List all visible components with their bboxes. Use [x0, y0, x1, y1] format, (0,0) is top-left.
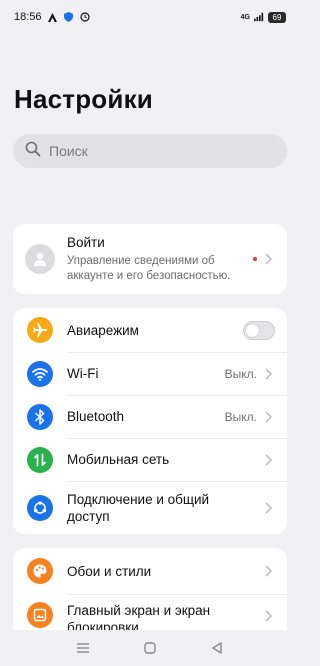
bluetooth-icon: [27, 403, 53, 430]
status-left: 18:56: [14, 11, 90, 23]
settings-item-bluetooth[interactable]: Bluetooth Выкл.: [13, 395, 287, 438]
account-subtitle: Управление сведениями об аккаунте и его …: [67, 254, 231, 282]
home-screen-icon: [27, 602, 53, 628]
toggle-knob: [246, 323, 259, 337]
page-title: Настройки: [14, 84, 153, 114]
share-connection-icon: [27, 494, 53, 521]
system-navigation-bar: [0, 630, 300, 666]
settings-item-wallpapers[interactable]: Обои и стили: [13, 548, 287, 594]
airplane-icon: [27, 317, 53, 343]
avatar: [25, 244, 55, 274]
chevron-right-icon: [265, 502, 275, 514]
chevron-right-icon: [265, 565, 275, 577]
account-row[interactable]: Войти Управление сведениями об аккаунте …: [13, 224, 287, 294]
settings-item-label: Обои и стили: [67, 563, 152, 579]
account-text: Войти Управление сведениями об аккаунте …: [67, 235, 247, 284]
search-icon: [25, 141, 41, 162]
mobile-data-icon: [27, 446, 53, 473]
settings-item-label: Мобильная сеть: [67, 452, 170, 467]
battery-indicator: 69: [268, 11, 286, 23]
chevron-right-icon: [265, 610, 275, 622]
settings-item-value: Выкл.: [224, 409, 257, 424]
account-card[interactable]: Войти Управление сведениями об аккаунте …: [13, 224, 287, 294]
network-settings-card: Авиарежим Wi-Fi Выкл. Bluetooth Выкл. Мо…: [13, 308, 287, 534]
status-time: 18:56: [14, 11, 42, 23]
settings-item-value: Выкл.: [224, 366, 257, 381]
home-icon[interactable]: [140, 638, 160, 658]
notification-dot: [253, 257, 257, 261]
chevron-right-icon: [265, 253, 275, 265]
network-type-label: 4G: [240, 13, 250, 21]
alarm-clock-icon: [79, 12, 90, 22]
status-bar: 18:56 4G 69: [0, 0, 300, 34]
settings-item-label: Wi-Fi: [67, 366, 99, 381]
shield-icon: [64, 12, 74, 22]
settings-item-label: Авиарежим: [67, 322, 139, 338]
search-bar[interactable]: [13, 134, 287, 168]
chevron-right-icon: [265, 411, 275, 423]
signal-icon: [254, 12, 264, 22]
menu-icon[interactable]: [73, 638, 93, 658]
chevron-right-icon: [265, 454, 275, 466]
palette-icon: [27, 558, 53, 584]
settings-item-connection-sharing[interactable]: Подключение и общий доступ: [13, 481, 287, 534]
airplane-mode-toggle[interactable]: [243, 320, 275, 340]
settings-item-wifi[interactable]: Wi-Fi Выкл.: [13, 352, 287, 395]
wifi-icon: [27, 360, 53, 387]
account-title: Войти: [67, 234, 105, 250]
back-icon[interactable]: [207, 638, 227, 658]
chevron-right-icon: [265, 368, 275, 380]
settings-item-label: Bluetooth: [67, 409, 125, 424]
status-right: 4G 69: [240, 11, 286, 23]
settings-item-mobile-network[interactable]: Мобильная сеть: [13, 438, 287, 481]
settings-item-airplane-mode[interactable]: Авиарежим: [13, 308, 287, 352]
settings-item-label: Подключение и общий доступ: [67, 491, 210, 524]
app-notification-icon: [48, 12, 58, 22]
search-input[interactable]: [49, 143, 249, 159]
